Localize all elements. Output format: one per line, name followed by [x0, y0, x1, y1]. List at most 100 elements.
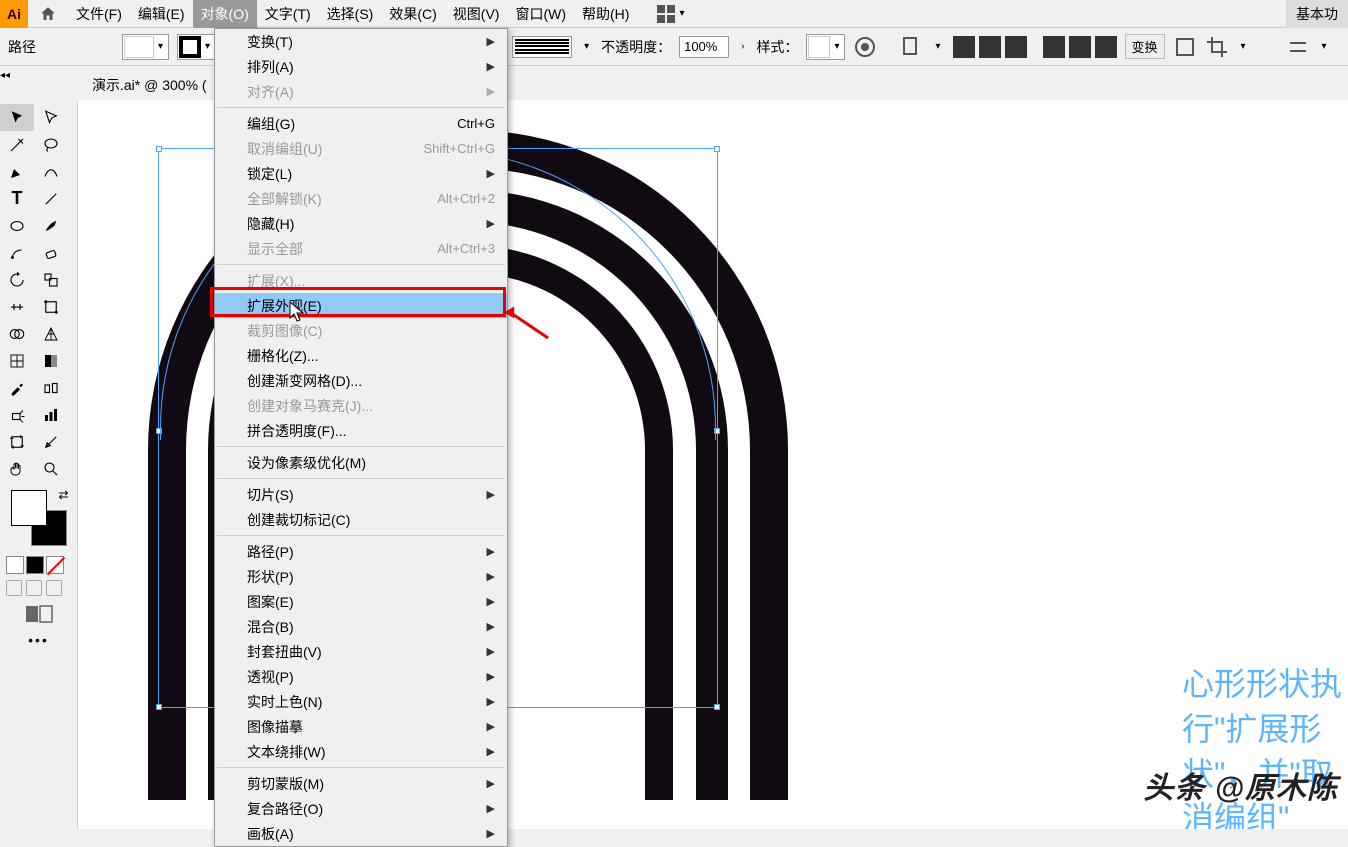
- align-right-icon[interactable]: [1005, 36, 1027, 58]
- style-swatch[interactable]: ▾: [806, 34, 845, 60]
- zoom-tool-icon[interactable]: [34, 455, 68, 482]
- opacity-input[interactable]: [679, 36, 729, 58]
- menu-edit[interactable]: 编辑(E): [130, 0, 193, 28]
- menu-item[interactable]: 透视(P)▶: [215, 664, 507, 689]
- shape-builder-tool-icon[interactable]: [0, 320, 34, 347]
- menu-item[interactable]: 切片(S)▶: [215, 482, 507, 507]
- menu-item[interactable]: 混合(B)▶: [215, 614, 507, 639]
- align-hcenter-icon[interactable]: [979, 36, 1001, 58]
- menu-select[interactable]: 选择(S): [319, 0, 382, 28]
- menu-item[interactable]: 扩展外观(E): [215, 293, 507, 318]
- menu-item[interactable]: 形状(P)▶: [215, 564, 507, 589]
- menu-item[interactable]: 复合路径(O)▶: [215, 796, 507, 821]
- menu-item[interactable]: 画板(A)▶: [215, 821, 507, 846]
- hand-tool-icon[interactable]: [0, 455, 34, 482]
- screen-mode-icon[interactable]: [24, 604, 54, 624]
- color-mode-none[interactable]: [46, 556, 64, 574]
- draw-normal-icon[interactable]: [6, 580, 22, 596]
- menu-item[interactable]: 编组(G)Ctrl+G: [215, 111, 507, 136]
- panel-grip-icon[interactable]: ◂◂: [0, 70, 12, 82]
- scale-tool-icon[interactable]: [34, 266, 68, 293]
- menu-view[interactable]: 视图(V): [445, 0, 508, 28]
- chevron-down-icon[interactable]: ▾: [675, 8, 688, 19]
- curvature-tool-icon[interactable]: [34, 158, 68, 185]
- free-transform-tool-icon[interactable]: [34, 293, 68, 320]
- eyedropper-tool-icon[interactable]: [0, 374, 34, 401]
- menu-item[interactable]: 创建渐变网格(D)...: [215, 368, 507, 393]
- workspace-switcher[interactable]: 基本功: [1286, 0, 1348, 28]
- column-graph-tool-icon[interactable]: [34, 401, 68, 428]
- menu-item[interactable]: 变换(T)▶: [215, 29, 507, 54]
- menu-type[interactable]: 文字(T): [257, 0, 319, 28]
- color-mode-gradient[interactable]: [26, 556, 44, 574]
- align-vcenter-icon[interactable]: [1069, 36, 1091, 58]
- type-tool-icon[interactable]: T: [0, 185, 34, 212]
- swap-colors-icon[interactable]: ⇄: [58, 488, 68, 502]
- menu-item[interactable]: 实时上色(N)▶: [215, 689, 507, 714]
- artboard-tool-icon[interactable]: [0, 428, 34, 455]
- blend-tool-icon[interactable]: [34, 374, 68, 401]
- draw-inside-icon[interactable]: [46, 580, 62, 596]
- menu-item[interactable]: 排列(A)▶: [215, 54, 507, 79]
- ellipse-tool-icon[interactable]: [0, 212, 34, 239]
- chevron-down-icon[interactable]: ▾: [1237, 41, 1250, 52]
- menu-item[interactable]: 锁定(L)▶: [215, 161, 507, 186]
- menu-item[interactable]: 图案(E)▶: [215, 589, 507, 614]
- color-mode-solid[interactable]: [6, 556, 24, 574]
- home-icon[interactable]: [28, 5, 68, 23]
- transform-button[interactable]: 变换: [1125, 34, 1165, 59]
- fill-swatch[interactable]: ▾: [122, 34, 169, 60]
- rotate-tool-icon[interactable]: [0, 266, 34, 293]
- menu-object[interactable]: 对象(O): [193, 0, 257, 28]
- slice-tool-icon[interactable]: [34, 428, 68, 455]
- chevron-down-icon[interactable]: ▾: [1318, 41, 1331, 52]
- menu-item[interactable]: 图像描摹▶: [215, 714, 507, 739]
- lasso-tool-icon[interactable]: [34, 131, 68, 158]
- fill-color-swatch[interactable]: [11, 490, 47, 526]
- arrange-icon[interactable]: [1286, 35, 1310, 59]
- chevron-down-icon[interactable]: ›: [737, 41, 748, 52]
- crop-icon[interactable]: [1205, 35, 1229, 59]
- menu-item[interactable]: 文本绕排(W)▶: [215, 739, 507, 764]
- selection-tool-icon[interactable]: [0, 104, 34, 131]
- align-top-icon[interactable]: [1043, 36, 1065, 58]
- menu-item[interactable]: 剪切蒙版(M)▶: [215, 771, 507, 796]
- menu-item[interactable]: 隐藏(H)▶: [215, 211, 507, 236]
- gradient-tool-icon[interactable]: [34, 347, 68, 374]
- menu-effect[interactable]: 效果(C): [381, 0, 444, 28]
- magic-wand-tool-icon[interactable]: [0, 131, 34, 158]
- shaper-tool-icon[interactable]: [0, 239, 34, 266]
- menu-item[interactable]: 栅格化(Z)...: [215, 343, 507, 368]
- symbol-sprayer-tool-icon[interactable]: [0, 401, 34, 428]
- recolor-icon[interactable]: [853, 35, 877, 59]
- stroke-swatch[interactable]: ▾: [177, 34, 216, 60]
- width-tool-icon[interactable]: [0, 293, 34, 320]
- stroke-profile[interactable]: [512, 36, 572, 58]
- menu-window[interactable]: 窗口(W): [507, 0, 574, 28]
- document-tab[interactable]: 演示.ai* @ 300% (: [82, 70, 217, 100]
- menu-item[interactable]: 路径(P)▶: [215, 539, 507, 564]
- menu-item[interactable]: 创建裁切标记(C): [215, 507, 507, 532]
- draw-behind-icon[interactable]: [26, 580, 42, 596]
- align-left-icon[interactable]: [953, 36, 975, 58]
- fill-stroke-swatches[interactable]: ⇄: [9, 488, 69, 548]
- direct-selection-tool-icon[interactable]: [34, 104, 68, 131]
- align-bottom-icon[interactable]: [1095, 36, 1117, 58]
- chevron-down-icon[interactable]: ▾: [580, 41, 593, 52]
- menu-item[interactable]: 设为像素级优化(M): [215, 450, 507, 475]
- eraser-tool-icon[interactable]: [34, 239, 68, 266]
- perspective-grid-tool-icon[interactable]: [34, 320, 68, 347]
- menu-file[interactable]: 文件(F): [68, 0, 130, 28]
- chevron-down-icon[interactable]: ▾: [931, 41, 944, 52]
- pen-tool-icon[interactable]: [0, 158, 34, 185]
- mesh-tool-icon[interactable]: [0, 347, 34, 374]
- menu-item[interactable]: 拼合透明度(F)...: [215, 418, 507, 443]
- layout-grid-icon[interactable]: [657, 5, 675, 23]
- menu-help[interactable]: 帮助(H): [574, 0, 637, 28]
- isolate-icon[interactable]: [1173, 35, 1197, 59]
- doc-setup-icon[interactable]: [899, 35, 923, 59]
- menu-item[interactable]: 封套扭曲(V)▶: [215, 639, 507, 664]
- paintbrush-tool-icon[interactable]: [34, 212, 68, 239]
- edit-toolbar-icon[interactable]: •••: [0, 632, 77, 648]
- line-tool-icon[interactable]: [34, 185, 68, 212]
